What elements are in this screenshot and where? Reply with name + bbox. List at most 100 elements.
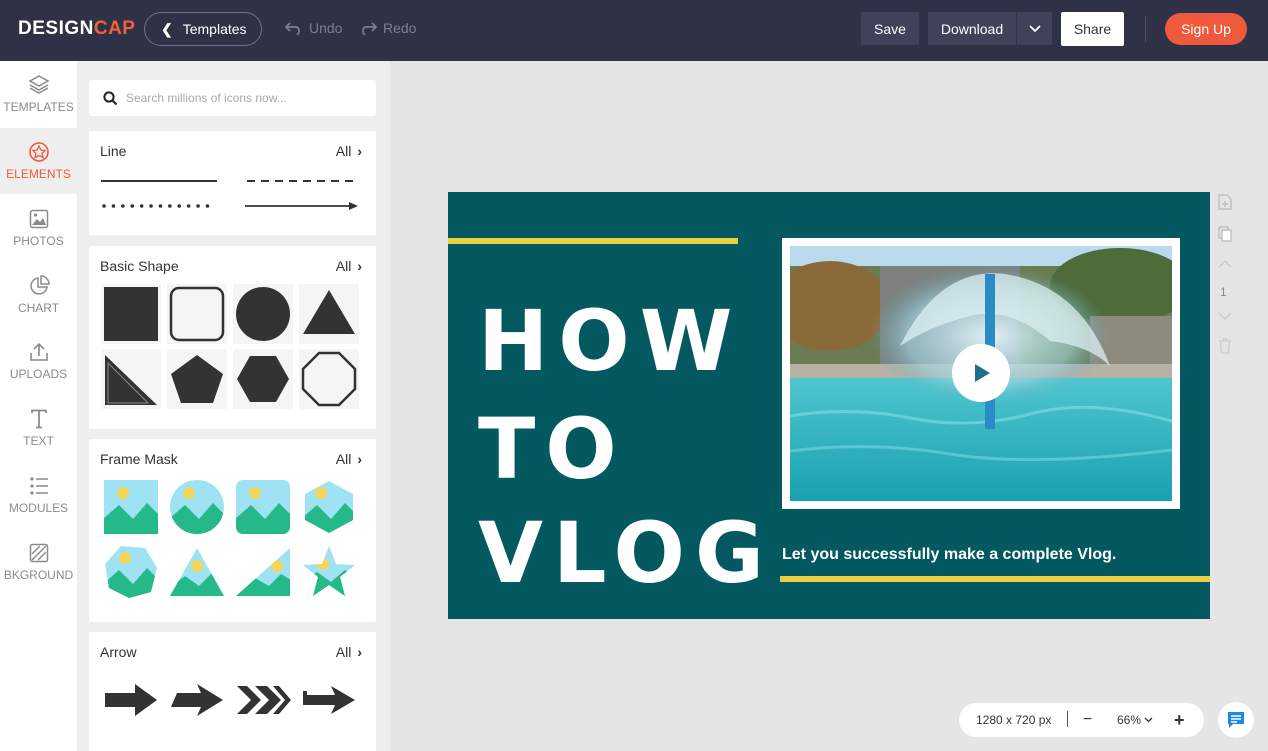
subtitle-text[interactable]: Let you successfully make a complete Vlo… bbox=[782, 546, 1116, 564]
rounded-square-shape[interactable] bbox=[167, 284, 227, 344]
triangle-frame-mask[interactable] bbox=[167, 542, 227, 602]
basic-shape-section: Basic Shape All › bbox=[89, 246, 376, 429]
share-button[interactable]: Share bbox=[1061, 12, 1124, 46]
chevron-down-icon bbox=[1028, 24, 1041, 32]
heptagon-frame-mask[interactable] bbox=[101, 542, 161, 602]
photo-frame[interactable] bbox=[782, 238, 1180, 509]
section-title: Arrow bbox=[100, 644, 137, 660]
search-box[interactable] bbox=[89, 80, 376, 116]
elements-panel: Line All › Basic Shape All › Frame Mask Al… bbox=[77, 61, 390, 751]
hexagon-shape[interactable] bbox=[233, 349, 293, 409]
line-all-link[interactable]: All › bbox=[336, 143, 362, 159]
undo-icon bbox=[285, 22, 300, 35]
zoom-bar: 1280 x 720 px − 66% + bbox=[959, 703, 1204, 737]
frame-mask-all-link[interactable]: All › bbox=[336, 451, 362, 467]
arrow-all-link[interactable]: All › bbox=[336, 644, 362, 660]
play-button[interactable] bbox=[952, 344, 1010, 402]
pie-chart-icon bbox=[28, 275, 50, 297]
nav-label: TEMPLATES bbox=[3, 100, 74, 114]
nav-label: CHART bbox=[17, 301, 60, 315]
list-icon bbox=[29, 475, 49, 497]
fountain-photo[interactable] bbox=[790, 246, 1172, 501]
left-nav: TEMPLATES ELEMENTS PHOTOS CHART UPLOADS … bbox=[0, 61, 77, 751]
circle-shape[interactable] bbox=[233, 284, 293, 344]
save-button[interactable]: Save bbox=[861, 12, 919, 45]
nav-label: BKGROUND bbox=[3, 568, 74, 582]
upload-icon bbox=[29, 341, 49, 363]
chevron-right-icon: › bbox=[357, 644, 362, 660]
templates-back-button[interactable]: ❮ Templates bbox=[144, 12, 262, 46]
nav-item-uploads[interactable]: UPLOADS bbox=[0, 328, 77, 394]
square-shape[interactable] bbox=[101, 284, 161, 344]
arrow-line-element[interactable] bbox=[245, 201, 365, 211]
thick-arrow-element[interactable] bbox=[101, 670, 161, 730]
double-chevron-arrow-element[interactable] bbox=[233, 670, 293, 730]
rounded-frame-mask[interactable] bbox=[233, 477, 293, 537]
elements-icon bbox=[28, 141, 50, 163]
right-triangle-shape[interactable] bbox=[101, 349, 161, 409]
background-icon bbox=[29, 542, 49, 564]
top-bar: DESIGNCAP ❮ Templates Undo Redo Save Dow… bbox=[0, 0, 1268, 61]
text-icon bbox=[30, 408, 48, 430]
add-page-icon[interactable] bbox=[1218, 194, 1232, 213]
solid-line-element[interactable] bbox=[101, 179, 221, 183]
all-label: All bbox=[335, 451, 352, 467]
undo-label: Undo bbox=[309, 20, 343, 36]
pentagon-shape[interactable] bbox=[167, 349, 227, 409]
play-icon bbox=[975, 364, 990, 382]
frame-mask-section: Frame Mask All › bbox=[89, 439, 376, 622]
logo[interactable]: DESIGNCAP bbox=[18, 18, 135, 40]
notched-arrow-element[interactable] bbox=[299, 670, 359, 730]
duplicate-page-icon[interactable] bbox=[1218, 226, 1232, 245]
slanted-arrow-element[interactable] bbox=[167, 670, 227, 730]
zoom-in-button[interactable]: + bbox=[1174, 710, 1185, 731]
download-button[interactable]: Download bbox=[928, 12, 1016, 45]
yellow-accent-line-top[interactable] bbox=[448, 238, 738, 244]
hexagon-frame-mask[interactable] bbox=[299, 477, 359, 537]
move-up-icon[interactable] bbox=[1218, 258, 1232, 272]
search-icon bbox=[103, 90, 118, 105]
nav-item-photos[interactable]: PHOTOS bbox=[0, 195, 77, 261]
yellow-accent-line-bottom[interactable] bbox=[780, 576, 1210, 582]
right-triangle-frame-mask[interactable] bbox=[233, 542, 293, 602]
chevron-right-icon: › bbox=[357, 451, 362, 467]
zoom-out-button[interactable]: − bbox=[1083, 711, 1092, 729]
dotted-line-element[interactable] bbox=[101, 203, 221, 209]
zoom-level-select[interactable]: 66% bbox=[1117, 713, 1153, 727]
dashed-line-element[interactable] bbox=[245, 179, 365, 183]
rectangle-frame-mask[interactable] bbox=[101, 477, 161, 537]
nav-item-chart[interactable]: CHART bbox=[0, 262, 77, 328]
nav-item-elements[interactable]: ELEMENTS bbox=[0, 128, 77, 194]
logo-design-text: DESIGN bbox=[18, 18, 94, 39]
nav-item-templates[interactable]: TEMPLATES bbox=[0, 61, 77, 127]
search-input[interactable] bbox=[126, 91, 356, 105]
nav-item-background[interactable]: BKGROUND bbox=[0, 529, 77, 595]
headline-to[interactable]: TO bbox=[478, 400, 627, 498]
star-frame-mask[interactable] bbox=[299, 542, 359, 602]
logo-cap-text: CAP bbox=[93, 18, 136, 39]
basic-shape-all-link[interactable]: All › bbox=[336, 258, 362, 274]
design-canvas[interactable]: HOW TO VLOG Let you successfully make a … bbox=[448, 192, 1210, 619]
download-options-button[interactable] bbox=[1017, 12, 1052, 45]
all-label: All bbox=[335, 644, 352, 660]
circle-frame-mask[interactable] bbox=[167, 477, 227, 537]
delete-page-icon[interactable] bbox=[1218, 338, 1232, 357]
all-label: All bbox=[335, 258, 352, 274]
zoom-level-label: 66% bbox=[1117, 713, 1142, 727]
section-title: Basic Shape bbox=[100, 258, 179, 274]
redo-button[interactable]: Redo bbox=[359, 20, 416, 36]
undo-button[interactable]: Undo bbox=[285, 20, 342, 36]
sign-up-button[interactable]: Sign Up bbox=[1165, 13, 1247, 45]
headline-vlog[interactable]: VLOG bbox=[478, 504, 774, 602]
canvas-size-label: 1280 x 720 px bbox=[976, 713, 1052, 727]
headline-how[interactable]: HOW bbox=[478, 292, 742, 390]
move-down-icon[interactable] bbox=[1218, 310, 1232, 324]
all-label: All bbox=[335, 143, 352, 159]
chevron-left-icon: ❮ bbox=[161, 20, 173, 37]
triangle-shape[interactable] bbox=[299, 284, 359, 344]
chat-button[interactable] bbox=[1218, 702, 1254, 738]
nav-item-text[interactable]: TEXT bbox=[0, 395, 77, 461]
octagon-shape[interactable] bbox=[299, 349, 359, 409]
nav-item-modules[interactable]: MODULES bbox=[0, 462, 77, 528]
chevron-right-icon: › bbox=[357, 258, 362, 274]
